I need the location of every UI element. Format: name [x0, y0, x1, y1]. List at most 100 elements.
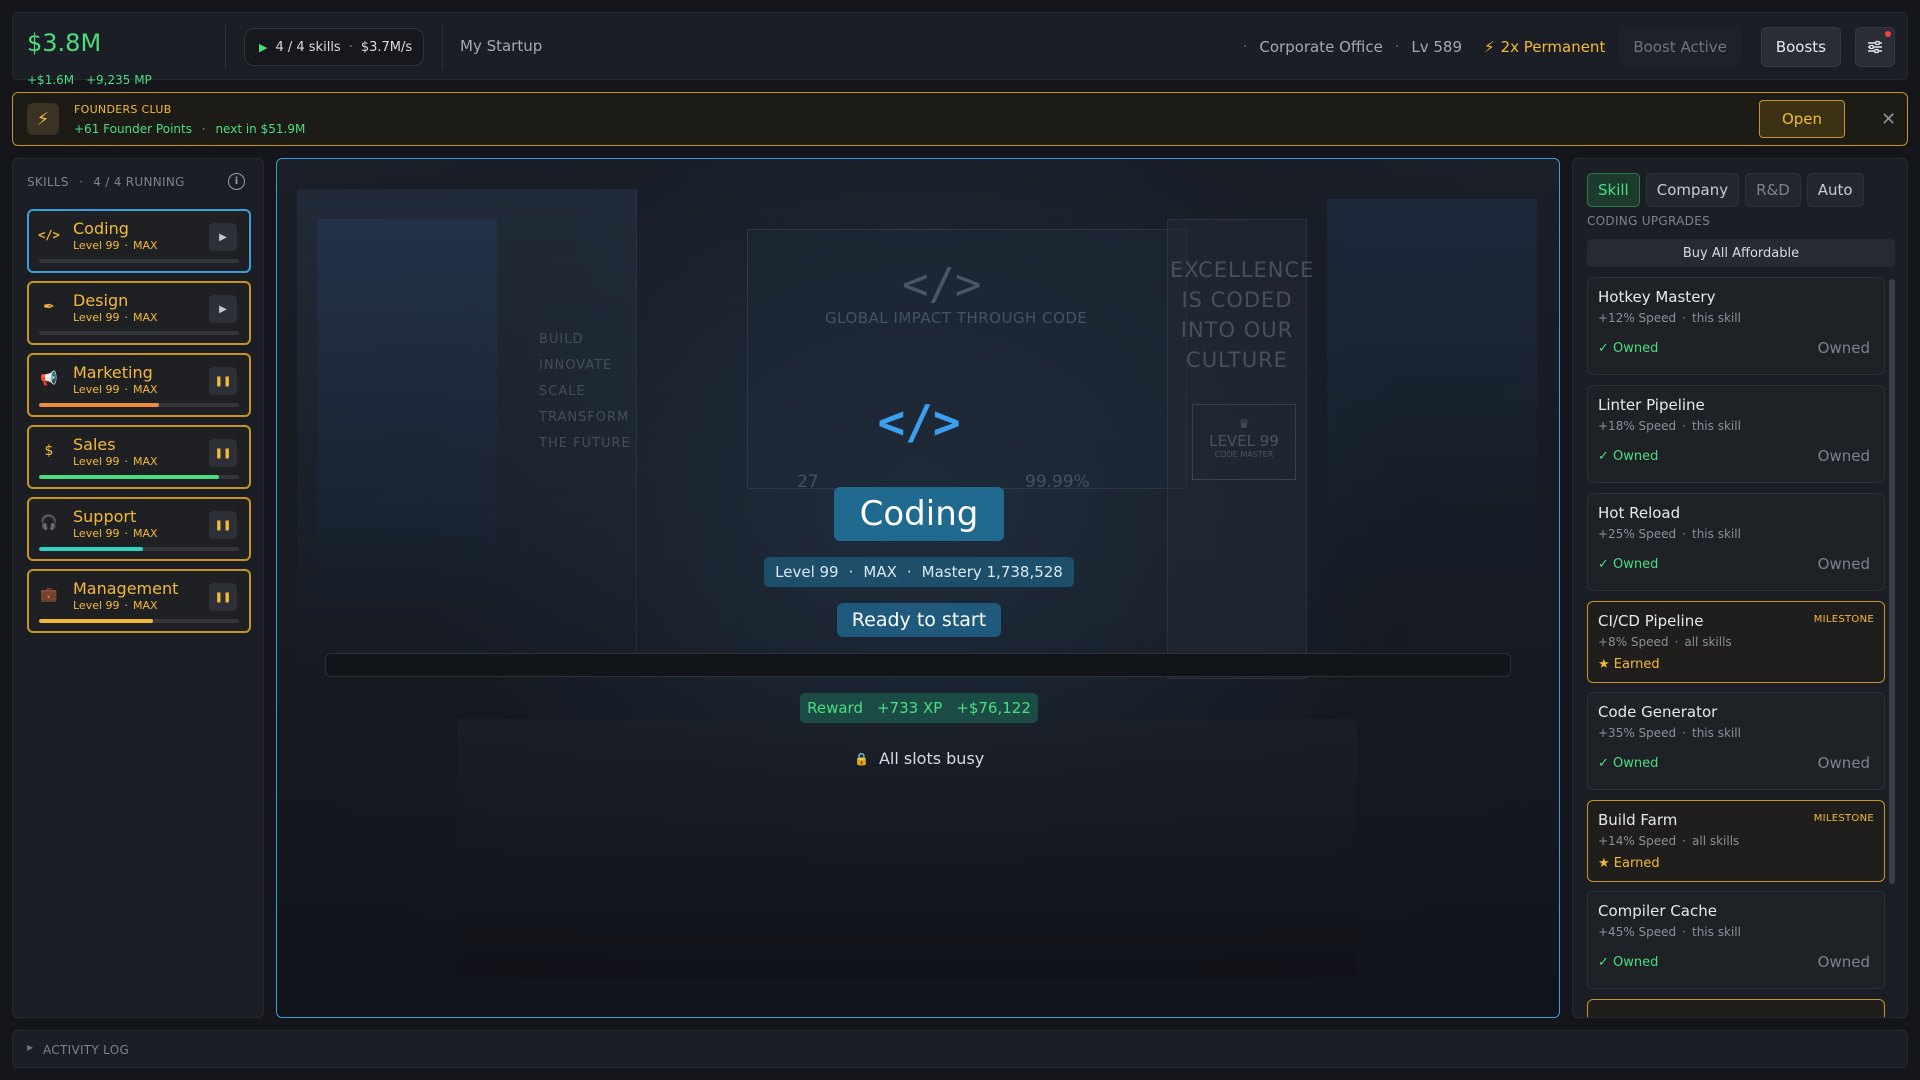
- skill-level-value: Level 99: [73, 239, 120, 252]
- open-founders-button[interactable]: Open: [1759, 100, 1845, 138]
- skill-name: Sales: [73, 435, 116, 454]
- boost-active-button[interactable]: Boost Active: [1619, 28, 1741, 66]
- settings-button[interactable]: [1855, 27, 1895, 67]
- tab-auto[interactable]: Auto: [1806, 173, 1864, 207]
- separator-dot: ·: [1682, 925, 1686, 939]
- upgrade-scope: all skills: [1684, 635, 1732, 649]
- upgrade-bonus: +35% Speed · this skill: [1598, 726, 1741, 740]
- skill-status: Ready to start: [837, 603, 1001, 637]
- skill-card-sales[interactable]: $ Sales Level 99 · MAX ❚❚: [27, 425, 251, 489]
- buy-all-button[interactable]: Buy All Affordable: [1587, 239, 1895, 267]
- separator-dot: ·: [124, 311, 129, 324]
- upgrade-owned: Owned: [1817, 447, 1870, 465]
- megaphone-icon: 📢: [40, 371, 58, 387]
- skill-level: Level 99 · MAX: [73, 599, 158, 612]
- income-summary: +$1.6M +9,235 MP: [27, 73, 160, 87]
- skill-card-coding[interactable]: </> Coding Level 99 · MAX ▶: [27, 209, 251, 273]
- backdrop-wall-words: BUILD INNOVATE SCALE TRANSFORM THE FUTUR…: [539, 327, 631, 457]
- boosts-button[interactable]: Boosts: [1760, 27, 1841, 67]
- chevron-right-icon: ▶: [27, 1043, 34, 1052]
- founder-next: next in $51.9M: [215, 122, 306, 136]
- upgrade-card[interactable]: Linter Pipeline +18% Speed · this skill ✓ …: [1587, 385, 1885, 483]
- activity-log[interactable]: ▶ ACTIVITY LOG: [12, 1030, 1908, 1068]
- plaque-subtitle: CODE MASTER: [1214, 450, 1274, 459]
- running-skills-pill[interactable]: ▶ 4 / 4 skills · $3.7M/s: [244, 28, 424, 66]
- upgrade-card[interactable]: Code Generator +35% Speed · this skill ✓ O…: [1587, 692, 1885, 790]
- skill-progress: [39, 619, 239, 623]
- milestone-tag: MILESTONE: [1813, 614, 1874, 625]
- pause-button[interactable]: ❚❚: [209, 439, 237, 467]
- skill-name: Support: [73, 507, 137, 526]
- top-bar: $3.8M +$1.6M +9,235 MP ▶ 4 / 4 skills · …: [12, 12, 1908, 87]
- skill-card-management[interactable]: 💼 Management Level 99 · MAX ❚❚: [27, 569, 251, 633]
- skills-running-count: 4 / 4 RUNNING: [93, 175, 185, 189]
- upgrade-scope: this skill: [1692, 311, 1741, 325]
- milestone-card[interactable]: Build Farm MILESTONE +14% Speed · all skil…: [1587, 800, 1885, 882]
- skill-level: Level 99 · MAX: [73, 455, 158, 468]
- separator-dot: ·: [78, 175, 84, 189]
- wall-word: INTO OUR: [1180, 318, 1294, 342]
- upgrade-owned: Owned: [1817, 339, 1870, 357]
- upgrade-status: ✓ Owned: [1598, 341, 1659, 356]
- upgrade-name: Build Farm: [1598, 811, 1678, 829]
- running-count: 4 / 4 skills: [275, 39, 341, 55]
- upgrade-card[interactable]: [1587, 999, 1885, 1017]
- upgrade-bonus-value: +35% Speed: [1598, 726, 1677, 740]
- upgrade-card[interactable]: Compiler Cache +45% Speed · this skill ✓ O…: [1587, 891, 1885, 989]
- tab-skill[interactable]: Skill: [1587, 173, 1640, 207]
- pause-button[interactable]: ❚❚: [209, 367, 237, 395]
- play-button[interactable]: ▶: [209, 295, 237, 323]
- info-icon[interactable]: i: [228, 173, 245, 190]
- pause-button[interactable]: ❚❚: [209, 583, 237, 611]
- founders-details: +61 Founder Points · next in $51.9M: [74, 122, 311, 136]
- pause-button[interactable]: ❚❚: [209, 511, 237, 539]
- founders-title: FOUNDERS CLUB: [74, 103, 172, 116]
- upgrade-scope: this skill: [1692, 726, 1741, 740]
- upgrade-bonus-value: +14% Speed: [1598, 834, 1677, 848]
- sliders-icon: [1868, 40, 1882, 54]
- upgrade-status: ★ Earned: [1598, 657, 1660, 672]
- skills-heading-label: SKILLS: [27, 175, 69, 189]
- upgrade-bonus-value: +8% Speed: [1598, 635, 1669, 649]
- wall-word: TRANSFORM: [539, 410, 630, 425]
- play-button[interactable]: ▶: [209, 223, 237, 251]
- wall-word: CULTURE: [1186, 348, 1288, 372]
- lock-icon: 🔒: [854, 751, 869, 766]
- wall-word: EXCELLENCE: [1170, 258, 1315, 282]
- separator-dot: ·: [1682, 419, 1686, 433]
- reward-money: +$76,122: [956, 699, 1031, 717]
- skill-max: MAX: [133, 311, 158, 324]
- tab-company[interactable]: Company: [1645, 173, 1740, 207]
- skill-card-design[interactable]: ✒ Design Level 99 · MAX ▶: [27, 281, 251, 345]
- skill-level: Level 99 · MAX: [73, 239, 158, 252]
- skill-level: Level 99 · MAX: [73, 383, 158, 396]
- tab-rnd[interactable]: R&D: [1745, 173, 1801, 207]
- milestone-card[interactable]: CI/CD Pipeline MILESTONE +8% Speed · all s…: [1587, 601, 1885, 683]
- skill-card-support[interactable]: 🎧 Support Level 99 · MAX ❚❚: [27, 497, 251, 561]
- slots-status: 🔒 All slots busy: [854, 749, 984, 768]
- skill-level-value: Level 99: [73, 599, 120, 612]
- divider: [442, 25, 443, 69]
- skill-name: Management: [73, 579, 179, 598]
- separator-dot: ·: [201, 122, 206, 136]
- stage-level: Level 99: [775, 563, 839, 581]
- upgrade-card[interactable]: Hotkey Mastery +12% Speed · this skill ✓ O…: [1587, 277, 1885, 375]
- company-name[interactable]: My Startup: [460, 37, 542, 55]
- upgrade-card[interactable]: Hot Reload +25% Speed · this skill ✓ Owned…: [1587, 493, 1885, 591]
- play-icon: ▶: [259, 40, 268, 54]
- scrollbar[interactable]: [1889, 279, 1895, 884]
- plaque-level: LEVEL 99: [1209, 432, 1279, 450]
- reward-info: Reward +733 XP +$76,122: [800, 693, 1038, 723]
- upgrade-bonus-value: +18% Speed: [1598, 419, 1677, 433]
- backdrop-window: [1327, 199, 1537, 579]
- skill-progress-fill: [39, 547, 143, 551]
- skill-name: Design: [73, 291, 129, 310]
- income-rate: $3.7M/s: [360, 39, 413, 55]
- skill-name: Marketing: [73, 363, 153, 382]
- wall-word: IS CODED: [1181, 288, 1293, 312]
- code-icon: </>: [38, 228, 60, 242]
- upgrade-status: ✓ Owned: [1598, 955, 1659, 970]
- skill-progress-bar: [325, 653, 1511, 677]
- skill-card-marketing[interactable]: 📢 Marketing Level 99 · MAX ❚❚: [27, 353, 251, 417]
- close-icon[interactable]: ✕: [1881, 109, 1896, 130]
